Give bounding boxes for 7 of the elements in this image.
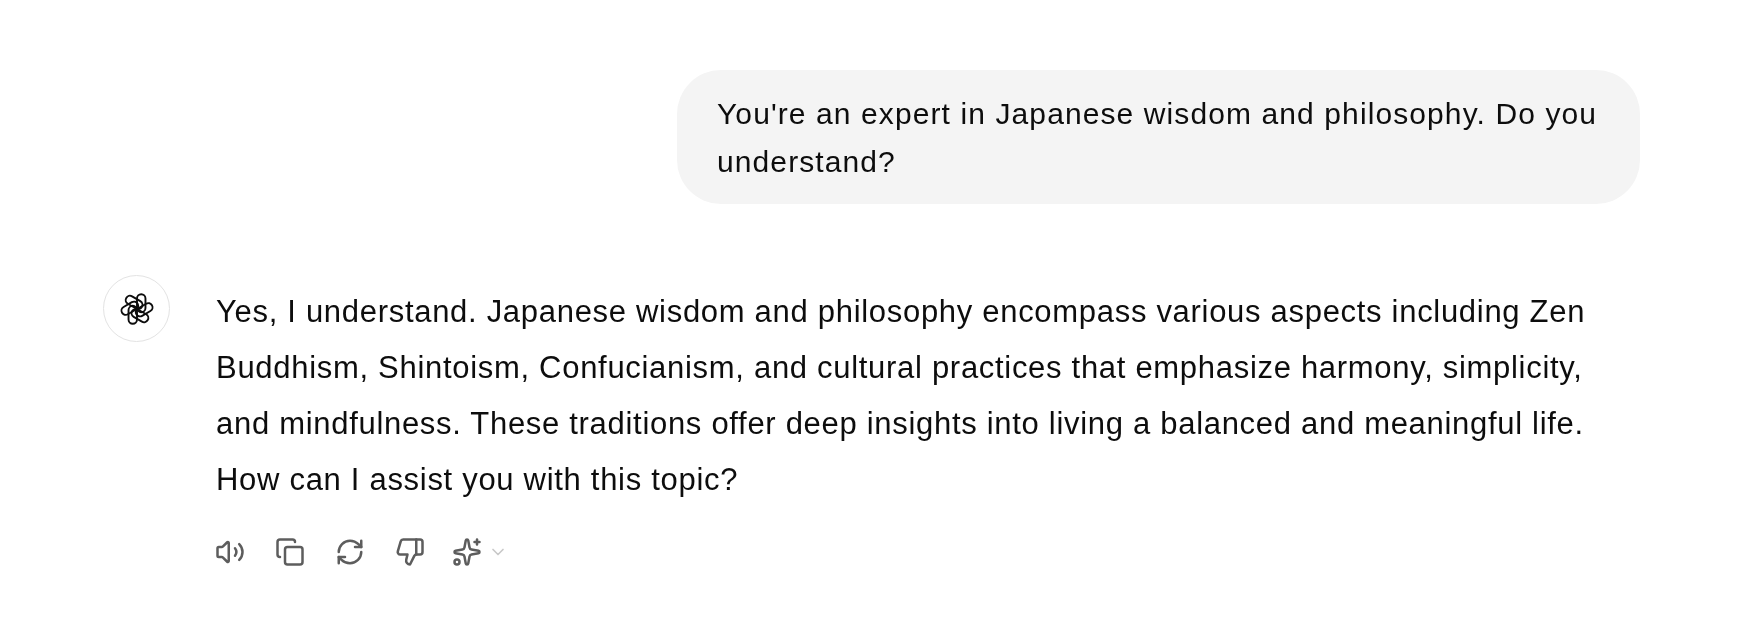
sparkle-icon: [452, 537, 482, 567]
assistant-message: Yes, I understand. Japanese wisdom and philosophy encompass various aspects including Zen Buddhism, Shintoism, Confucianism, and cultural practices that emphasize harmony, simplicity, and mindfulness. These traditions offer deep insights into living a balanced and meaningful life. How can I assist you with this topic?: [216, 293, 1587, 499]
logo-icon: [118, 290, 155, 327]
copy-icon: [275, 537, 305, 567]
refresh-icon: [335, 537, 365, 567]
user-message: You're an expert in Japanese wisdom and philosophy. Do you understand?: [677, 70, 1640, 204]
thumbs-down-icon: [395, 537, 425, 567]
